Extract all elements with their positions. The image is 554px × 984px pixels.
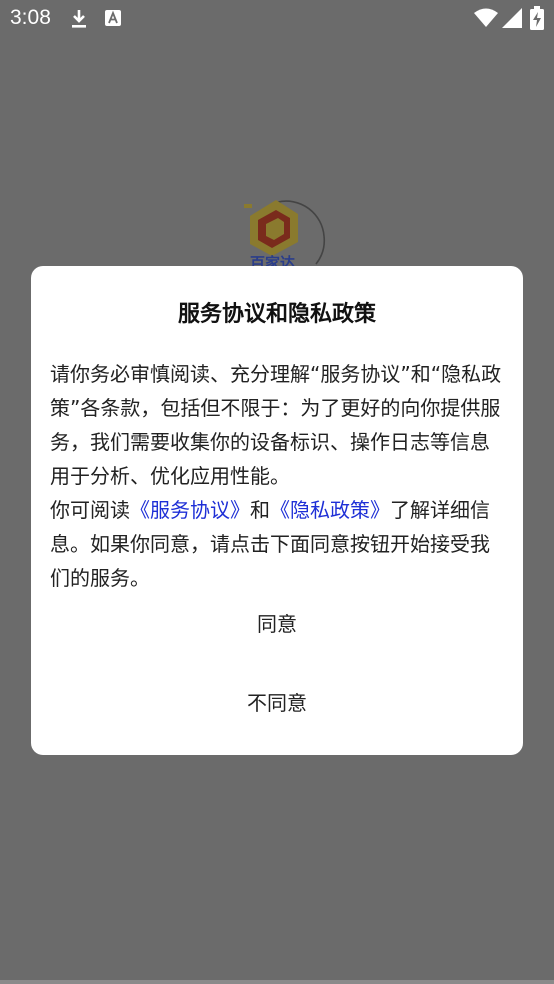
a-text-icon [105, 10, 121, 26]
dialog-body-intro: 请你务必审慎阅读、充分理解“服务协议”和“隐私政策”各条款，包括但不限于：为了更… [50, 362, 502, 488]
privacy-dialog: 服务协议和隐私政策 请你务必审慎阅读、充分理解“服务协议”和“隐私政策”各条款，… [31, 266, 523, 755]
agree-button[interactable]: 同意 [31, 599, 523, 649]
dialog-body: 请你务必审慎阅读、充分理解“服务协议”和“隐私政策”各条款，包括但不限于：为了更… [50, 357, 508, 595]
dialog-body-conjunction: 和 [250, 498, 270, 522]
disagree-button[interactable]: 不同意 [31, 678, 523, 728]
dialog-title: 服务协议和隐私政策 [177, 302, 376, 327]
privacy-policy-link[interactable]: 《隐私政策》 [270, 498, 390, 522]
download-icon [72, 10, 86, 28]
wifi-icon [474, 8, 498, 27]
service-agreement-link[interactable]: 《服务协议》 [130, 498, 250, 522]
status-bar: 3:08 [0, 0, 554, 38]
app-logo: 百家达 [236, 186, 328, 272]
battery-charging-icon [530, 6, 544, 30]
dialog-body-prefix: 你可阅读 [50, 498, 130, 522]
navigation-bar [0, 980, 554, 984]
signal-icon [502, 8, 522, 28]
status-time: 3:08 [10, 6, 51, 29]
